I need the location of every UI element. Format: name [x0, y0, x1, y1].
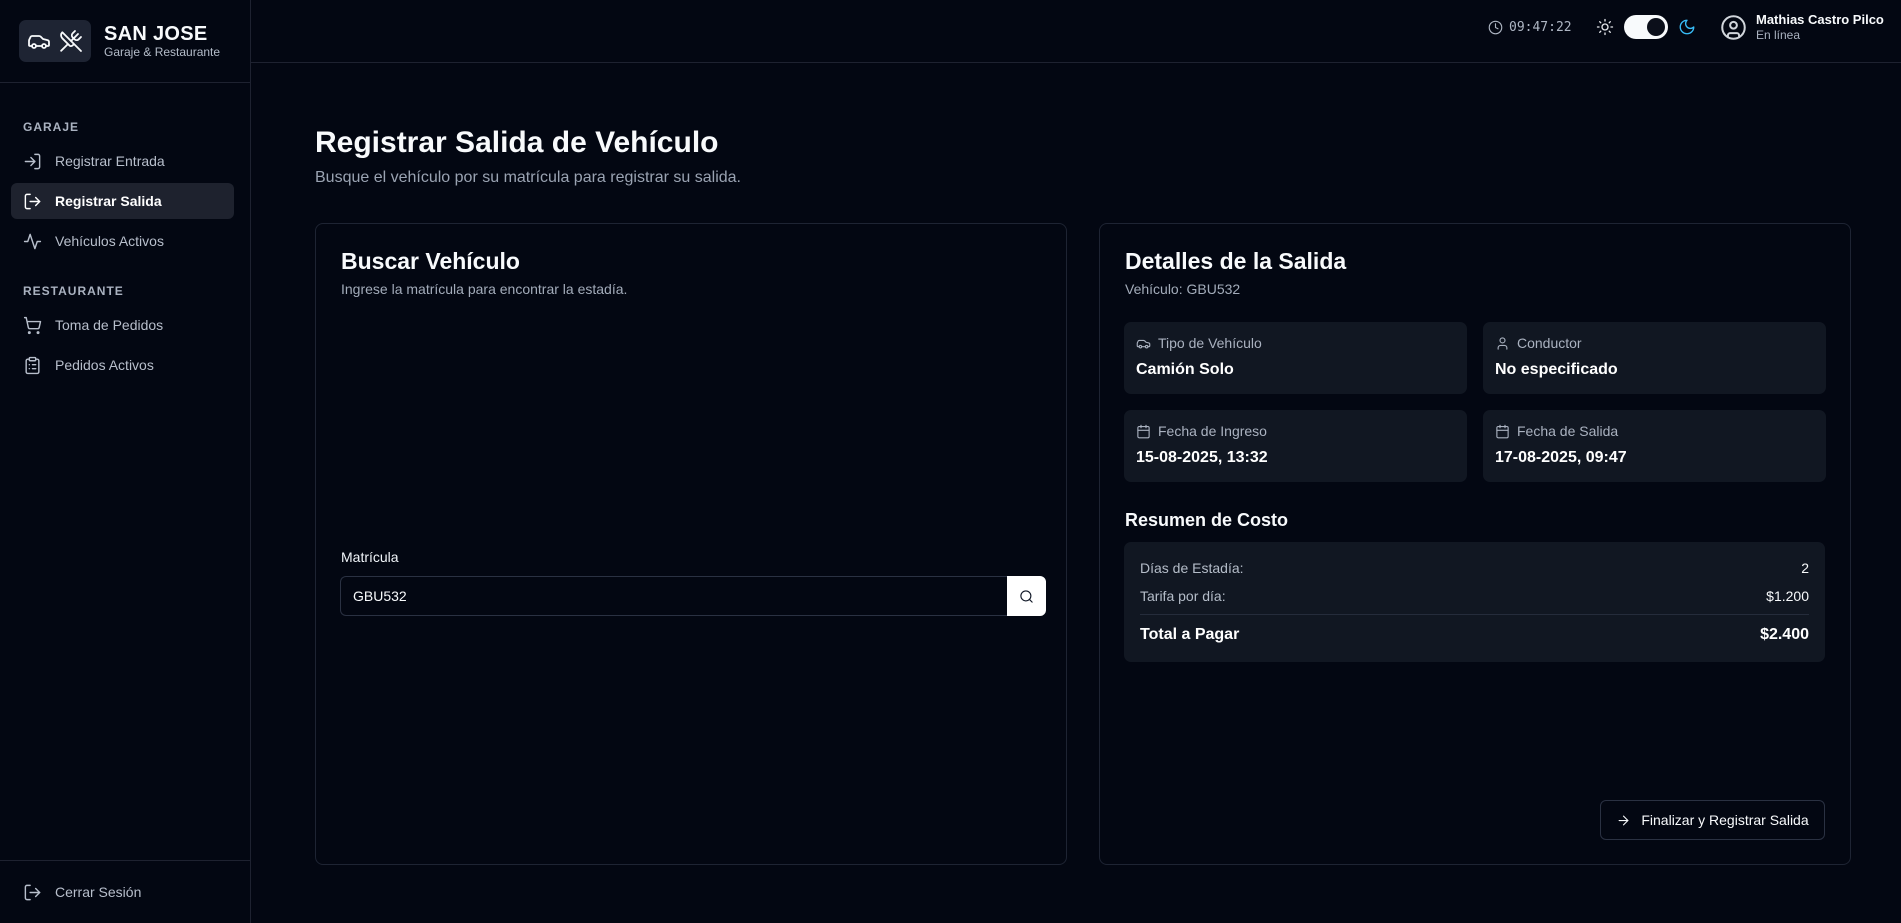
info-label-text: Tipo de Vehículo: [1158, 335, 1262, 351]
finalize-exit-button[interactable]: Finalizar y Registrar Salida: [1600, 800, 1825, 840]
search-icon: [1019, 589, 1034, 604]
log-in-icon: [23, 152, 42, 171]
plate-field-label: Matrícula: [341, 549, 399, 565]
cost-summary-title: Resumen de Costo: [1125, 510, 1289, 530]
info-exit-date: Fecha de Salida 17-08-2025, 09:47: [1483, 410, 1826, 482]
arrow-right-icon: [1616, 813, 1631, 828]
plate-search-input[interactable]: [340, 576, 1007, 616]
car-icon: [27, 29, 51, 53]
info-vehicle-type: Tipo de Vehículo Camión Solo: [1124, 322, 1467, 394]
summary-row-rate: Tarifa por día: $1.200: [1140, 588, 1809, 604]
utensils-crossed-icon: [59, 29, 83, 53]
details-card-title: Detalles de la Salida: [1125, 248, 1347, 274]
details-card-subtitle: Vehículo: GBU532: [1125, 281, 1241, 297]
moon-icon: [1678, 18, 1696, 36]
summary-divider: [1140, 614, 1809, 615]
summary-row-days: Días de Estadía: 2: [1140, 560, 1809, 576]
cost-summary: Días de Estadía: 2 Tarifa por día: $1.20…: [1124, 542, 1825, 662]
log-out-icon: [23, 192, 42, 211]
user-circle-icon: [1720, 14, 1747, 41]
sidebar-footer: Cerrar Sesión: [0, 860, 250, 923]
search-card-subtitle: Ingrese la matrícula para encontrar la e…: [341, 281, 628, 297]
user-status: En línea: [1756, 28, 1801, 42]
user-menu[interactable]: Mathias Castro Pilco En línea: [1720, 12, 1884, 43]
brand-logo: [19, 20, 91, 62]
search-card: Buscar Vehículo Ingrese la matrícula par…: [315, 223, 1067, 865]
sidebar-item-label: Registrar Salida: [55, 193, 162, 209]
sidebar-item-toma-de-pedidos[interactable]: Toma de Pedidos: [11, 307, 234, 343]
info-driver: Conductor No especificado: [1483, 322, 1826, 394]
user-info: Mathias Castro Pilco En línea: [1756, 12, 1884, 43]
sidebar-item-pedidos-activos[interactable]: Pedidos Activos: [11, 347, 234, 383]
brand: SAN JOSE Garaje & Restaurante: [0, 0, 250, 83]
shopping-cart-icon: [23, 316, 42, 335]
logout-label: Cerrar Sesión: [55, 884, 142, 900]
user-icon: [1495, 336, 1510, 351]
summary-row-total: Total a Pagar $2.400: [1140, 626, 1809, 644]
page-title: Registrar Salida de Vehículo: [315, 126, 719, 159]
sidebar-item-registrar-salida[interactable]: Registrar Salida: [11, 183, 234, 219]
car-icon: [1136, 336, 1151, 351]
logout-button[interactable]: Cerrar Sesión: [11, 874, 234, 910]
info-label-text: Fecha de Salida: [1517, 423, 1619, 439]
sidebar-item-vehiculos-activos[interactable]: Vehículos Activos: [11, 223, 234, 259]
theme-toggle[interactable]: [1624, 15, 1668, 39]
theme-switcher: [1596, 15, 1696, 39]
brand-subtitle: Garaje & Restaurante: [104, 45, 221, 59]
sidebar: SAN JOSE Garaje & Restaurante GARAJE Reg…: [0, 0, 251, 923]
info-label: Fecha de Ingreso: [1136, 423, 1267, 439]
user-name: Mathias Castro Pilco: [1756, 12, 1884, 27]
finalize-exit-label: Finalizar y Registrar Salida: [1641, 812, 1809, 828]
sidebar-item-label: Pedidos Activos: [55, 357, 154, 373]
sidebar-item-registrar-entrada[interactable]: Registrar Entrada: [11, 143, 234, 179]
search-card-title: Buscar Vehículo: [341, 248, 520, 274]
toggle-knob: [1647, 18, 1665, 36]
summary-rate-label: Tarifa por día:: [1140, 588, 1226, 604]
summary-rate-value: $1.200: [1766, 588, 1809, 604]
summary-total-label: Total a Pagar: [1140, 626, 1240, 643]
calendar-icon: [1136, 424, 1151, 439]
info-value: 15-08-2025, 13:32: [1136, 449, 1268, 466]
summary-days-label: Días de Estadía:: [1140, 560, 1244, 576]
clipboard-list-icon: [23, 356, 42, 375]
info-value: 17-08-2025, 09:47: [1495, 449, 1627, 466]
info-label: Tipo de Vehículo: [1136, 335, 1262, 351]
brand-title: SAN JOSE: [104, 23, 208, 45]
clock-display: 09:47:22: [1488, 20, 1572, 35]
calendar-icon: [1495, 424, 1510, 439]
info-label-text: Fecha de Ingreso: [1158, 423, 1267, 439]
info-label: Fecha de Salida: [1495, 423, 1618, 439]
activity-icon: [23, 232, 42, 251]
clock-icon: [1488, 20, 1503, 35]
sidebar-item-label: Toma de Pedidos: [55, 317, 164, 333]
info-entry-date: Fecha de Ingreso 15-08-2025, 13:32: [1124, 410, 1467, 482]
sun-icon: [1596, 18, 1614, 36]
info-value: Camión Solo: [1136, 361, 1234, 378]
info-label-text: Conductor: [1517, 335, 1582, 351]
sidebar-item-label: Registrar Entrada: [55, 153, 165, 169]
search-button[interactable]: [1007, 576, 1046, 616]
nav-section-restaurante: RESTAURANTE: [23, 284, 124, 298]
info-label: Conductor: [1495, 335, 1582, 351]
page-subtitle: Busque el vehículo por su matrícula para…: [315, 169, 741, 186]
summary-days-value: 2: [1801, 560, 1809, 576]
clock-time: 09:47:22: [1509, 20, 1572, 35]
info-value: No especificado: [1495, 361, 1618, 378]
log-out-icon: [23, 883, 42, 902]
brand-text: SAN JOSE Garaje & Restaurante: [104, 23, 220, 59]
summary-total-value: $2.400: [1760, 626, 1809, 643]
sidebar-item-label: Vehículos Activos: [55, 233, 164, 249]
nav-section-garaje: GARAJE: [23, 120, 80, 134]
details-card: Detalles de la Salida Vehículo: GBU532 T…: [1099, 223, 1851, 865]
